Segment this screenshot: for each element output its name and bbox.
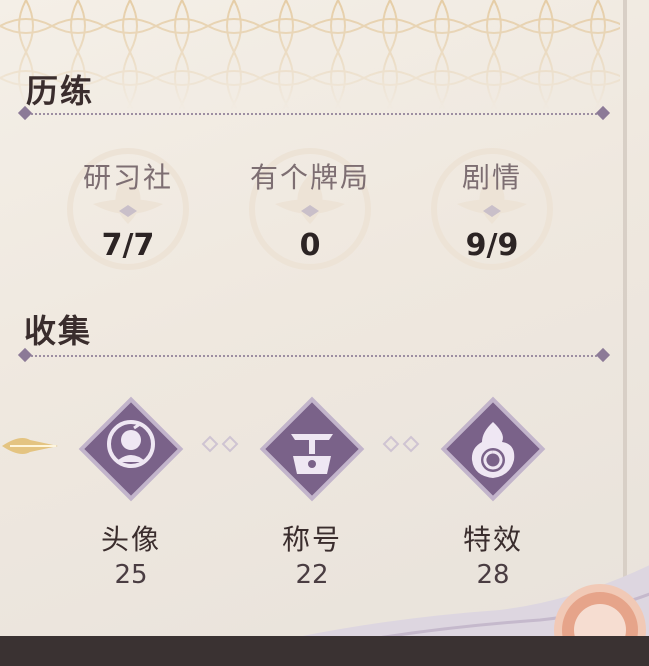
stat-card-game[interactable]: 有个牌局 0 xyxy=(220,148,400,270)
avatar-icon xyxy=(78,396,184,502)
profile-panel: 历练 研习社 7/7 有个牌局 0 剧情 9/9 收集 头像 25 称号 22 … xyxy=(0,0,649,666)
stat-label: 研习社 xyxy=(82,161,173,194)
stat-label: 有个牌局 xyxy=(249,161,370,194)
stat-story[interactable]: 剧情 9/9 xyxy=(402,148,582,270)
link-diamonds-icon xyxy=(201,435,239,453)
stat-value: 0 xyxy=(299,228,321,263)
collection-divider xyxy=(17,347,611,364)
stat-study-club[interactable]: 研习社 7/7 xyxy=(38,148,218,270)
stat-value: 9/9 xyxy=(465,228,519,263)
stat-label: 剧情 xyxy=(461,161,522,194)
stat-value: 7/7 xyxy=(101,228,155,263)
collect-label: 头像 xyxy=(100,523,161,556)
title-icon xyxy=(259,396,365,502)
effect-icon xyxy=(440,396,546,502)
experience-divider xyxy=(17,105,611,122)
golden-arrow-icon xyxy=(2,438,58,454)
collect-label: 称号 xyxy=(281,523,342,556)
diamond-tick-icon xyxy=(483,205,501,217)
collect-label: 特效 xyxy=(462,523,523,556)
panel-frame-right xyxy=(623,0,627,640)
bottom-bar xyxy=(0,636,649,666)
link-diamonds-icon xyxy=(382,435,420,453)
collection-title: 收集 xyxy=(24,312,93,350)
collect-count: 25 xyxy=(114,560,148,590)
diamond-tick-icon xyxy=(301,205,319,217)
collect-avatar[interactable]: 头像 25 xyxy=(56,394,206,590)
diamond-tick-icon xyxy=(119,205,137,217)
